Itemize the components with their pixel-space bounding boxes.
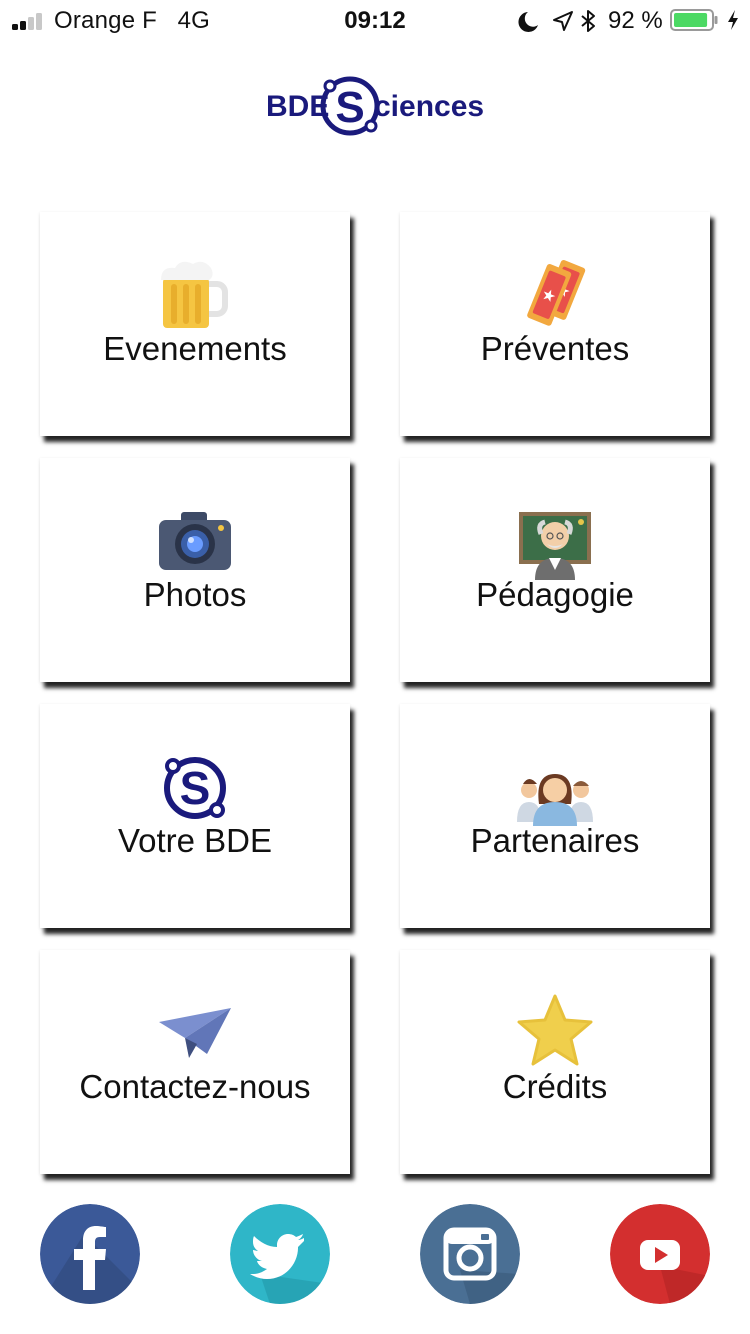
- tile-partenaires[interactable]: Partenaires: [400, 704, 710, 928]
- instagram-icon: [420, 1204, 520, 1304]
- status-bar: Orange F 4G 09:12 92 %: [0, 0, 750, 40]
- bde-sciences-logo: BDE S ciences: [266, 76, 484, 136]
- tile-label: Contactez-nous: [79, 1068, 311, 1105]
- tile-label: Préventes: [480, 330, 630, 367]
- tile-preventes[interactable]: ★ ★ Préventes: [400, 212, 710, 436]
- tile-votre-bde[interactable]: S Votre BDE: [40, 704, 350, 928]
- location-arrow-icon: [553, 11, 573, 31]
- tile-label: Photos: [143, 576, 247, 613]
- tile-credits[interactable]: Crédits: [400, 950, 710, 1174]
- tile-label: Pédagogie: [476, 576, 634, 613]
- tile-pedagogie[interactable]: Pédagogie: [400, 458, 710, 682]
- battery-percent: 92 %: [608, 7, 663, 34]
- tile-label: Votre BDE: [117, 822, 273, 859]
- tile-label: Crédits: [502, 1068, 608, 1105]
- battery-icon: [670, 9, 718, 31]
- logo-text-ciences: ciences: [374, 90, 484, 123]
- moon-icon: [518, 12, 538, 32]
- twitter-button[interactable]: [230, 1204, 330, 1304]
- facebook-icon: [40, 1204, 140, 1304]
- charging-bolt-icon: [728, 10, 738, 30]
- camera-icon: [159, 512, 231, 570]
- tickets-icon: ★ ★: [527, 259, 586, 326]
- beer-mug-icon: [161, 261, 228, 328]
- paper-plane-icon: [159, 1008, 231, 1058]
- tile-contactez-nous[interactable]: Contactez-nous: [40, 950, 350, 1174]
- youtube-icon: [610, 1204, 710, 1304]
- instagram-button[interactable]: [420, 1204, 520, 1304]
- tile-label: Partenaires: [470, 822, 640, 859]
- svg-text:S: S: [180, 762, 211, 814]
- tile-photos[interactable]: Photos: [40, 458, 350, 682]
- tile-evenements[interactable]: Evenements: [40, 212, 350, 436]
- status-icons: [518, 10, 595, 32]
- logo-letter-s: S: [335, 83, 364, 132]
- professor-icon: [519, 512, 591, 580]
- people-icon: [517, 774, 593, 826]
- twitter-icon: [230, 1204, 330, 1304]
- youtube-button[interactable]: [610, 1204, 710, 1304]
- bde-logo-icon: S: [164, 757, 226, 819]
- facebook-button[interactable]: [40, 1204, 140, 1304]
- tile-label: Evenements: [103, 330, 287, 367]
- star-icon: [517, 994, 593, 1066]
- bluetooth-icon: [581, 10, 595, 32]
- logo-text-bde: BDE: [266, 90, 329, 123]
